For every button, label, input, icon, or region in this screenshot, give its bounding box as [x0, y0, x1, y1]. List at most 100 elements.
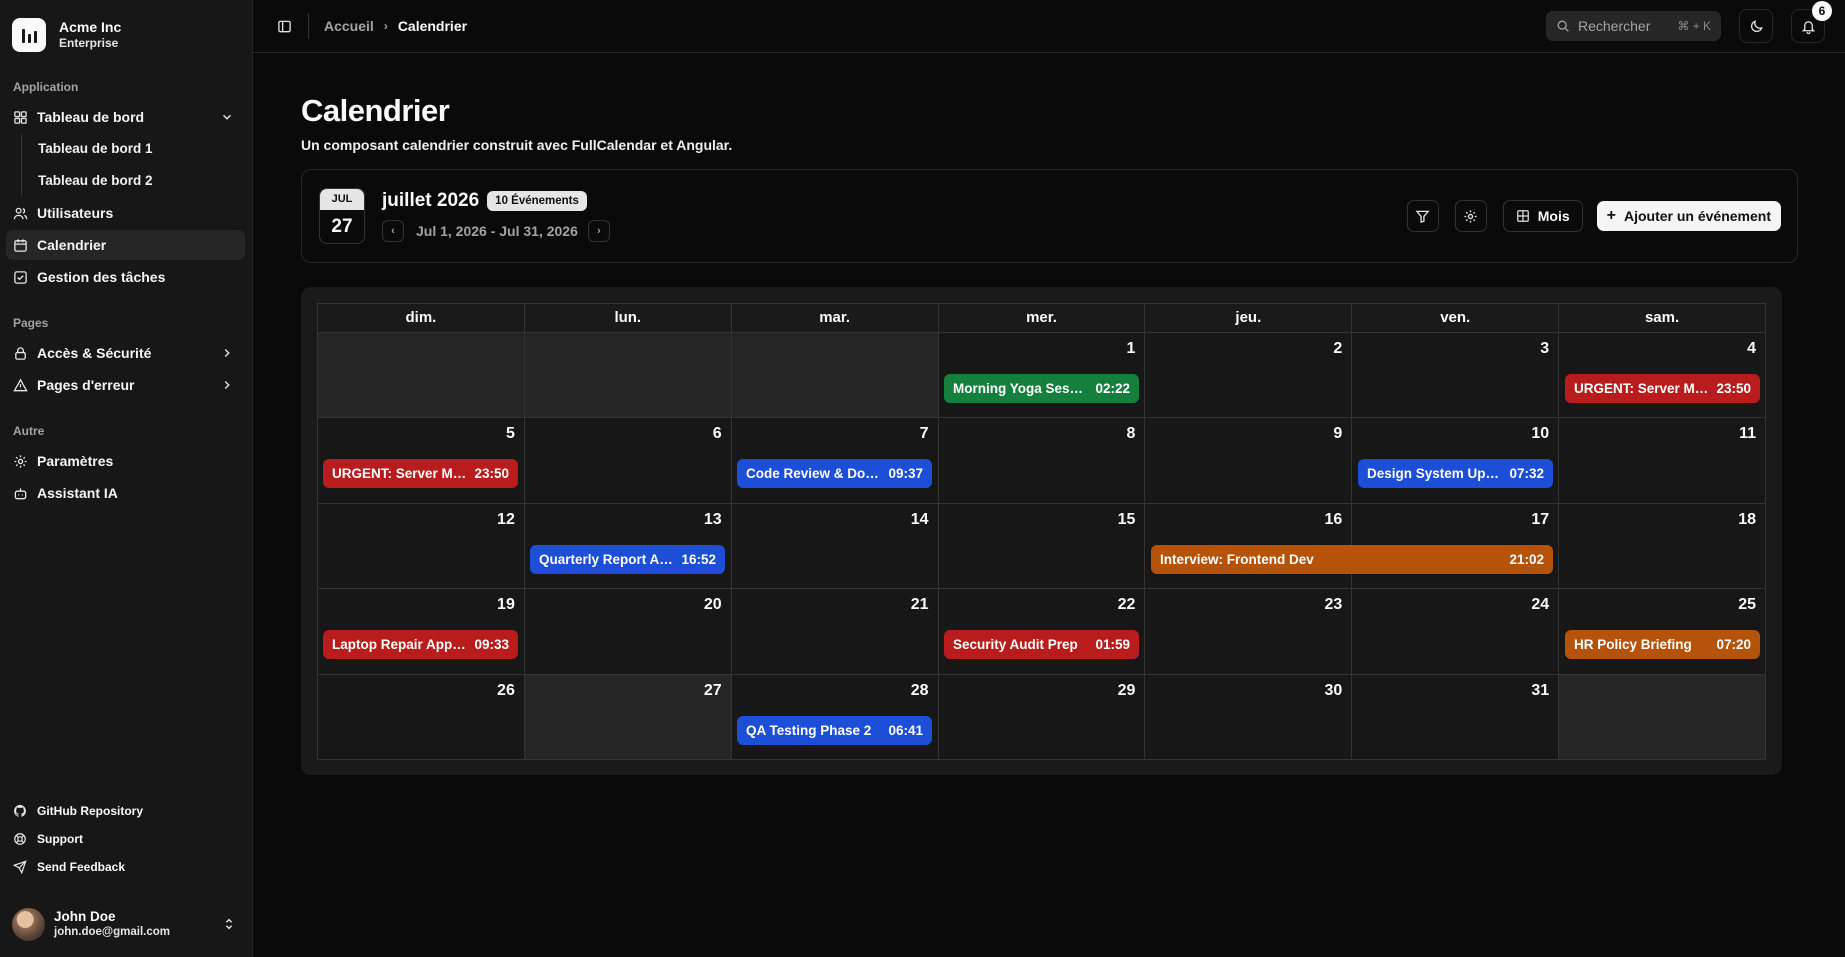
day-cell[interactable]: 6 [524, 418, 732, 504]
day-number[interactable]: 31 [1531, 682, 1549, 700]
day-cell[interactable]: 30 [1145, 674, 1353, 760]
date-range: Jul 1, 2026 - Jul 31, 2026 [416, 223, 578, 239]
day-cell[interactable]: 12 [318, 503, 525, 590]
day-cell[interactable]: 8 [938, 418, 1146, 504]
day-number[interactable]: 15 [1118, 511, 1136, 529]
user-menu[interactable]: John Doe john.doe@gmail.com [0, 891, 252, 957]
day-cell-outside[interactable] [1559, 674, 1766, 760]
sidebar-item-ai-assistant[interactable]: Assistant IA [6, 478, 245, 508]
day-number[interactable]: 14 [911, 511, 929, 529]
search-input[interactable]: Rechercher ⌘ + K [1546, 11, 1721, 41]
day-number[interactable]: 5 [506, 425, 515, 443]
calendar-event[interactable]: Design System Upd... 07:32 [1358, 459, 1553, 489]
day-number[interactable]: 30 [1324, 682, 1342, 700]
feedback-link[interactable]: Send Feedback [0, 853, 252, 881]
day-cell[interactable]: 29 [938, 674, 1146, 760]
day-number[interactable]: 20 [704, 596, 722, 614]
today-date-chip[interactable]: JUL 27 [319, 188, 365, 244]
day-cell-outside[interactable] [318, 333, 525, 419]
day-number[interactable]: 22 [1118, 596, 1136, 614]
day-number[interactable]: 3 [1540, 340, 1549, 358]
day-cell[interactable]: 24 [1352, 589, 1560, 675]
day-cell[interactable]: 11 [1559, 418, 1766, 504]
day-number[interactable]: 10 [1531, 425, 1549, 443]
day-number[interactable]: 11 [1739, 425, 1756, 443]
day-cell[interactable]: 21 [731, 589, 939, 675]
day-number[interactable]: 2 [1333, 340, 1342, 358]
github-link[interactable]: GitHub Repository [0, 797, 252, 825]
day-number[interactable]: 16 [1324, 511, 1342, 529]
day-number[interactable]: 4 [1747, 340, 1756, 358]
calendar-event[interactable]: Laptop Repair Appo... 09:33 [323, 630, 518, 660]
day-number[interactable]: 28 [911, 682, 929, 700]
day-cell[interactable]: 18 [1559, 503, 1766, 590]
sidebar-item-settings[interactable]: Paramètres [6, 446, 245, 476]
day-number[interactable]: 6 [713, 425, 722, 443]
day-number[interactable]: 7 [920, 425, 929, 443]
week-row: 12 13 14 15 16 17 18 Quarterly Report An... 16:5… [318, 503, 1766, 590]
day-number[interactable]: 19 [497, 596, 515, 614]
day-number[interactable]: 13 [704, 511, 722, 529]
day-number[interactable]: 25 [1738, 596, 1756, 614]
day-cell-outside[interactable] [524, 333, 732, 419]
breadcrumb-home[interactable]: Accueil [324, 18, 374, 34]
notifications-button[interactable]: 6 [1791, 1, 1832, 43]
calendar-event[interactable]: HR Policy Briefing 07:20 [1565, 630, 1760, 660]
calendar-event[interactable]: Security Audit Prep 01:59 [944, 630, 1139, 660]
day-cell[interactable]: 23 [1145, 589, 1353, 675]
prev-month-button[interactable]: ‹ [382, 220, 404, 242]
calendar-event[interactable]: Quarterly Report An... 16:52 [530, 544, 725, 574]
day-number[interactable]: 23 [1324, 596, 1342, 614]
support-link[interactable]: Support [0, 825, 252, 853]
day-cell[interactable]: 27 [524, 674, 732, 760]
calendar-event[interactable]: Morning Yoga Sessi... 02:22 [944, 374, 1139, 403]
sidebar-item-error-pages[interactable]: Pages d'erreur [6, 370, 245, 400]
calendar-event[interactable]: URGENT: Server Mai... 23:50 [323, 459, 518, 489]
theme-toggle-button[interactable] [1739, 9, 1773, 43]
day-number[interactable]: 21 [911, 596, 929, 614]
day-number[interactable]: 8 [1127, 425, 1136, 443]
day-cell[interactable]: 9 [1145, 418, 1353, 504]
week-row: 26 27 28 29 30 31 QA Testing Phase 2 06:41 [318, 674, 1766, 760]
day-cell[interactable]: 2 [1145, 333, 1353, 419]
day-number[interactable]: 24 [1531, 596, 1549, 614]
day-number[interactable]: 26 [497, 682, 515, 700]
sidebar-item-dashboard[interactable]: Tableau de bord [6, 102, 245, 132]
sidebar-item-users[interactable]: Utilisateurs [6, 198, 245, 228]
sidebar-toggle-button[interactable] [273, 15, 295, 37]
sidebar-item-label: Tableau de bord [37, 109, 145, 125]
day-cell[interactable]: 20 [524, 589, 732, 675]
sidebar-item-calendar[interactable]: Calendrier [6, 230, 245, 260]
day-cell[interactable]: 14 [731, 503, 939, 590]
day-cell-outside[interactable] [731, 333, 939, 419]
day-number[interactable]: 17 [1531, 511, 1549, 529]
day-number[interactable]: 1 [1127, 340, 1136, 358]
sidebar-item-tasks[interactable]: Gestion des tâches [6, 262, 245, 292]
day-number[interactable]: 27 [704, 682, 722, 700]
day-cell[interactable]: 3 [1352, 333, 1560, 419]
day-cell[interactable]: 26 [318, 674, 525, 760]
day-number[interactable]: 18 [1738, 511, 1756, 529]
day-number[interactable]: 29 [1118, 682, 1136, 700]
calendar-event[interactable]: URGENT: Server Mai... 23:50 [1565, 374, 1760, 403]
nav-group-label: Application [13, 80, 79, 94]
team-switcher[interactable]: Acme Inc Enterprise [0, 0, 252, 58]
day-number[interactable]: 9 [1333, 425, 1342, 443]
nav-group-pages: Pages Accès & Sécurité Pages d'erreur [0, 314, 252, 402]
calendar-event[interactable]: QA Testing Phase 2 06:41 [737, 715, 932, 745]
day-cell[interactable]: 15 [938, 503, 1146, 590]
calendar-event[interactable]: Interview: Frontend Dev 21:02 [1151, 544, 1553, 574]
gear-icon [14, 454, 27, 468]
add-event-button[interactable]: + Ajouter un événement [1596, 201, 1781, 231]
day-cell[interactable]: 31 [1352, 674, 1560, 760]
day-number[interactable]: 12 [497, 511, 515, 529]
next-month-button[interactable]: › [587, 220, 610, 242]
filter-button[interactable] [1406, 200, 1439, 232]
sidebar-item-access-security[interactable]: Accès & Sécurité [6, 338, 245, 368]
github-link-label: GitHub Repository [37, 804, 144, 818]
sidebar-item-dashboard-2[interactable]: Tableau de bord 2 [22, 166, 252, 196]
settings-button[interactable] [1454, 200, 1487, 232]
view-switcher-button[interactable]: Mois [1502, 200, 1583, 232]
calendar-event[interactable]: Code Review & Doc... 09:37 [737, 459, 932, 489]
sidebar-item-dashboard-1[interactable]: Tableau de bord 1 [22, 134, 252, 164]
